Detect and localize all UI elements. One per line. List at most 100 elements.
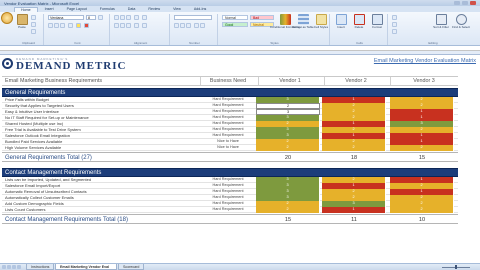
table-row[interactable]: Salesforce Email Import/Export Hard Requi… [2, 183, 458, 189]
table-row[interactable]: Shared Hosted (Multiple use Inc) Hard Req… [2, 121, 458, 127]
business-need-cell[interactable]: Hard Requirement [202, 183, 254, 188]
business-need-cell[interactable]: Hard Requirement [202, 201, 254, 206]
font-size-select[interactable]: 8 [86, 15, 96, 20]
business-need-cell[interactable]: Hard Requirement [202, 121, 254, 126]
prev-sheet-icon[interactable] [7, 265, 11, 269]
bold-icon[interactable] [48, 23, 53, 28]
align-top-icon[interactable] [114, 15, 119, 20]
format-cells-button[interactable]: Format [370, 14, 384, 34]
decrease-decimal-icon[interactable] [200, 23, 205, 28]
business-need-cell[interactable]: Hard Requirement [202, 177, 254, 182]
align-middle-icon[interactable] [120, 15, 125, 20]
vendor-3-score-cell[interactable]: 1 [390, 133, 454, 139]
format-as-table-button[interactable]: Format as Table [292, 14, 314, 34]
vendor-3-score-cell[interactable]: 2 [390, 97, 454, 103]
vendor-3-score-cell[interactable]: 2 [390, 195, 454, 201]
vendor-3-score-cell[interactable]: 1 [390, 115, 454, 121]
business-need-cell[interactable]: Hard Requirement [202, 103, 254, 108]
vendor-2-score-cell[interactable]: 2 [322, 103, 386, 109]
sheet-tab[interactable]: Instructions [26, 264, 54, 270]
vendor-3-score-cell[interactable]: 2 [390, 201, 454, 207]
business-need-cell[interactable]: Nice to Have [202, 145, 254, 150]
vendor-1-score-cell[interactable]: 3 [256, 183, 320, 189]
vendor-1-score-cell[interactable]: 3 [256, 177, 320, 183]
next-sheet-icon[interactable] [12, 265, 16, 269]
vendor-3-score-cell[interactable]: 3 [390, 121, 454, 127]
vendor-1-score-cell[interactable]: 3 [256, 189, 320, 195]
italic-icon[interactable] [54, 23, 59, 28]
vendor-1-score-cell[interactable]: 2 [256, 207, 320, 213]
table-row[interactable]: Automatic Removal of Unsubscribed Contac… [2, 189, 458, 195]
table-row[interactable]: High Volume Services Available Nice to Ha… [2, 145, 458, 151]
close-icon[interactable] [470, 1, 476, 5]
table-row[interactable]: Easy & Intuitive User Interface Hard Requ… [2, 109, 458, 115]
vendor-1-score-cell[interactable]: 3 [256, 127, 320, 133]
vendor-3-score-cell[interactable]: 2 [390, 207, 454, 213]
paste-button[interactable]: Paste [15, 14, 29, 34]
last-sheet-icon[interactable] [17, 265, 21, 269]
vendor-1-score-cell[interactable]: 3 [256, 133, 320, 139]
style-normal[interactable]: Normal [222, 15, 248, 20]
business-need-cell[interactable]: Hard Requirement [202, 189, 254, 194]
office-button[interactable] [1, 12, 13, 24]
decrease-indent-icon[interactable] [134, 23, 139, 28]
business-need-cell[interactable]: Hard Requirement [202, 109, 254, 114]
table-row[interactable]: Lists Count Customers Hard Requirement 2 1 2 [2, 207, 458, 213]
business-need-cell[interactable]: Nice to Have [202, 139, 254, 144]
grow-font-icon[interactable] [98, 15, 103, 20]
underline-icon[interactable] [60, 23, 65, 28]
table-row[interactable]: Security that Applies to Targeted Users H… [2, 103, 458, 109]
vendor-3-score-cell[interactable]: 2 [390, 183, 454, 189]
align-right-icon[interactable] [126, 23, 131, 28]
find-select-button[interactable]: Find & Select [452, 14, 470, 34]
table-row[interactable]: Automatically Collect Customer Emails Har… [2, 195, 458, 201]
vendor-2-score-cell[interactable]: 1 [322, 97, 386, 103]
copy-icon[interactable] [31, 22, 36, 27]
table-row[interactable]: Add Custom Demographic Fields Hard Requir… [2, 201, 458, 207]
vendor-2-score-cell[interactable]: 2 [322, 195, 386, 201]
vendor-1-score-cell[interactable]: 2 [256, 145, 320, 151]
vendor-1-score-cell[interactable]: 2 [256, 201, 320, 207]
conditional-formatting-button[interactable]: Conditional Formatting [270, 14, 300, 34]
fill-color-icon[interactable] [76, 23, 81, 28]
clear-icon[interactable] [392, 29, 397, 34]
currency-icon[interactable] [174, 23, 179, 28]
business-need-cell[interactable]: Hard Requirement [202, 115, 254, 120]
delete-cells-button[interactable]: Delete [352, 14, 366, 34]
vendor-2-score-cell[interactable]: 2 [322, 139, 386, 145]
vendor-2-score-cell[interactable]: 2 [322, 109, 386, 115]
business-need-cell[interactable]: Hard Requirement [202, 207, 254, 212]
cell-styles-button[interactable]: Cell Styles [314, 14, 328, 34]
vendor-1-score-cell[interactable]: 3 [256, 195, 320, 201]
vendor-1-score-cell[interactable]: 2 [256, 103, 320, 109]
vendor-3-score-cell[interactable]: 2 [390, 145, 454, 151]
vendor-1-score-cell[interactable]: 2 [256, 121, 320, 127]
sheet-tab[interactable]: Email Marketing Vendor Eval [55, 264, 117, 270]
insert-cells-button[interactable]: Insert [334, 14, 348, 34]
vendor-2-score-cell[interactable]: 2 [322, 145, 386, 151]
style-bad[interactable]: Bad [250, 15, 274, 20]
vendor-2-score-cell[interactable]: 2 [322, 189, 386, 195]
vendor-1-score-cell[interactable]: 3 [256, 109, 320, 115]
vendor-3-score-cell[interactable]: 2 [390, 127, 454, 133]
vendor-2-score-cell[interactable]: 1 [322, 121, 386, 127]
sort-filter-button[interactable]: Sort & Filter [433, 14, 449, 34]
vendor-3-score-cell[interactable]: 1 [390, 109, 454, 115]
style-good[interactable]: Good [222, 22, 248, 27]
table-row[interactable]: Bundled Paid Services Available Nice to H… [2, 139, 458, 145]
vendor-2-score-cell[interactable]: 2 [322, 127, 386, 133]
table-row[interactable]: Salesforce Outlook Email Integration Hard… [2, 133, 458, 139]
comma-icon[interactable] [186, 23, 191, 28]
sheet-title[interactable]: Email Marketing Vendor Evaluation Matrix [374, 58, 476, 64]
orientation-icon[interactable] [134, 15, 139, 20]
vendor-3-score-cell[interactable]: 1 [390, 177, 454, 183]
font-color-icon[interactable] [84, 23, 89, 28]
merge-center-icon[interactable] [142, 23, 147, 28]
percent-icon[interactable] [180, 23, 185, 28]
align-bottom-icon[interactable] [126, 15, 131, 20]
format-painter-icon[interactable] [31, 29, 36, 34]
vendor-1-score-cell[interactable]: 3 [256, 97, 320, 103]
cut-icon[interactable] [31, 15, 36, 20]
vendor-2-score-cell[interactable]: 1 [322, 133, 386, 139]
fill-icon[interactable] [392, 22, 397, 27]
